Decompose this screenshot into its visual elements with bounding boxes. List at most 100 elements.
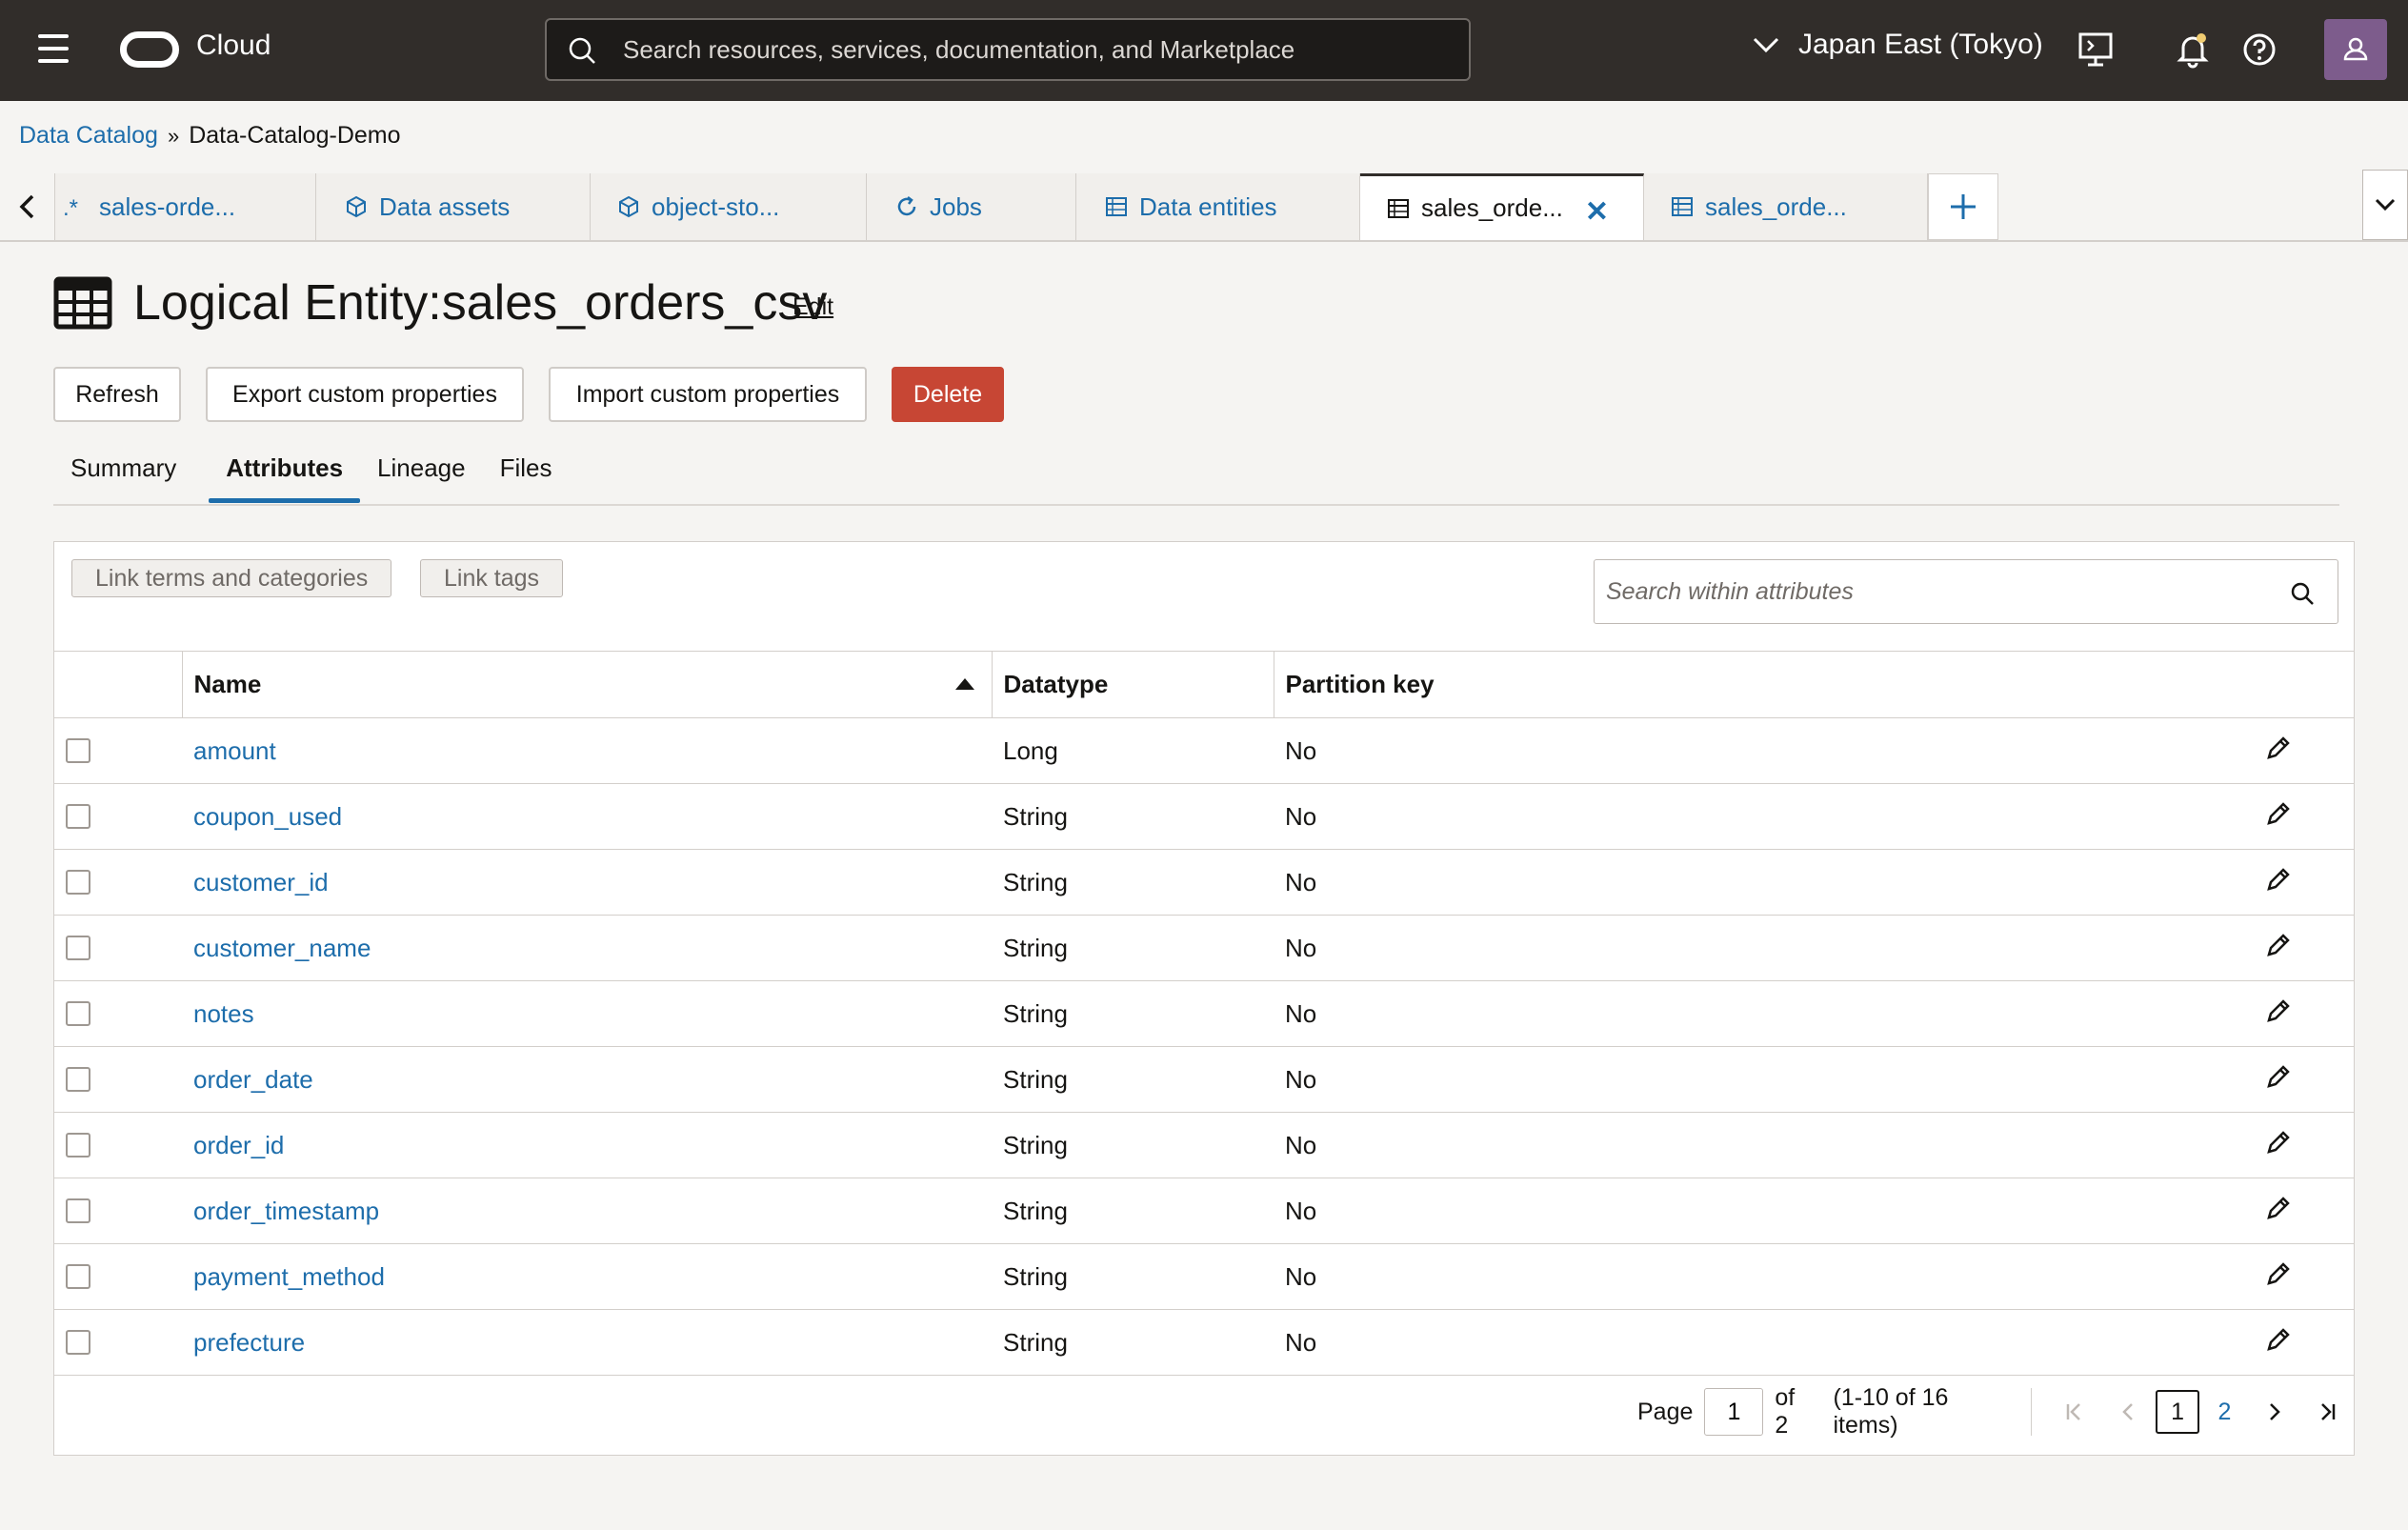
row-checkbox[interactable] [66, 1330, 90, 1355]
page-2-button[interactable]: 2 [2203, 1390, 2246, 1434]
oracle-logo[interactable] [120, 31, 179, 68]
table-row[interactable]: coupon_used String No [54, 783, 2354, 850]
delete-button[interactable]: Delete [892, 367, 1004, 422]
tab-lineage[interactable]: Lineage [360, 448, 483, 503]
edit-title-link[interactable]: Edit [793, 293, 833, 321]
link-tags-button[interactable]: Link tags [420, 559, 564, 597]
select-column-header [54, 651, 182, 718]
user-avatar[interactable] [2324, 19, 2387, 80]
tab-sales-orders-regex[interactable]: .* sales-orde... [55, 173, 316, 240]
table-row[interactable]: customer_id String No [54, 849, 2354, 916]
pencil-icon[interactable] [2264, 997, 2293, 1025]
attribute-name-link[interactable]: customer_id [193, 868, 329, 896]
tabs-scroll-left-button[interactable] [0, 173, 55, 240]
row-checkbox[interactable] [66, 1264, 90, 1289]
bell-icon[interactable] [2172, 29, 2214, 70]
column-header-partition-key[interactable]: Partition key [1273, 651, 2253, 718]
table-row[interactable]: notes String No [54, 980, 2354, 1047]
tab-jobs[interactable]: Jobs [867, 173, 1076, 240]
partition-key-cell: No [1274, 980, 2253, 1047]
attribute-name-link[interactable]: payment_method [193, 1262, 385, 1291]
tab-sales-orders-2[interactable]: sales_orde... [1644, 173, 1928, 240]
tab-object-storage[interactable]: object-sto... [591, 173, 867, 240]
tabs-overflow-button[interactable] [2362, 170, 2408, 240]
row-checkbox[interactable] [66, 804, 90, 829]
row-checkbox[interactable] [66, 1198, 90, 1223]
table-row[interactable]: payment_method String No [54, 1243, 2354, 1310]
tab-data-entities[interactable]: Data entities [1076, 173, 1360, 240]
search-icon[interactable] [2290, 581, 2315, 606]
pencil-icon[interactable] [2264, 1259, 2293, 1288]
row-checkbox[interactable] [66, 738, 90, 763]
pencil-icon[interactable] [2264, 1194, 2293, 1222]
row-checkbox[interactable] [66, 1067, 90, 1092]
pencil-icon[interactable] [2264, 1062, 2293, 1091]
attribute-name-link[interactable]: coupon_used [193, 802, 342, 831]
partition-key-cell: No [1274, 1112, 2253, 1178]
attribute-name-link[interactable]: order_timestamp [193, 1197, 379, 1225]
export-custom-properties-button[interactable]: Export custom properties [206, 367, 524, 422]
pencil-icon[interactable] [2264, 865, 2293, 894]
table-row[interactable]: order_id String No [54, 1112, 2354, 1178]
row-actions-cell [2253, 1178, 2354, 1244]
attribute-name-link[interactable]: notes [193, 999, 254, 1028]
attribute-name-link[interactable]: order_date [193, 1065, 313, 1094]
breadcrumb-current: Data-Catalog-Demo [189, 122, 401, 149]
row-checkbox[interactable] [66, 936, 90, 960]
pagination: Page of 2 (1-10 of 16 items) 1 2 [1637, 1384, 2354, 1439]
attribute-name-link[interactable]: prefecture [193, 1328, 305, 1357]
table-row[interactable]: customer_name String No [54, 915, 2354, 981]
attribute-search[interactable] [1594, 559, 2338, 624]
tabs-divider [53, 504, 2339, 506]
column-header-datatype[interactable]: Datatype [991, 651, 1274, 718]
attribute-name-link[interactable]: customer_name [193, 934, 371, 962]
menu-icon[interactable] [38, 34, 76, 67]
partition-key-cell: No [1274, 783, 2253, 850]
pencil-icon[interactable] [2264, 1325, 2293, 1354]
row-actions-cell [2253, 1243, 2354, 1310]
tab-files[interactable]: Files [483, 448, 570, 503]
tab-summary[interactable]: Summary [53, 448, 193, 503]
region-selector[interactable]: Japan East (Tokyo) [1753, 29, 2043, 61]
tab-sales-orders-active[interactable]: sales_orde... ✕ [1360, 173, 1644, 240]
row-checkbox[interactable] [66, 1001, 90, 1026]
add-tab-button[interactable] [1928, 173, 1998, 240]
row-checkbox[interactable] [66, 870, 90, 895]
name-cell: prefecture [182, 1309, 992, 1376]
tab-attributes[interactable]: Attributes [209, 448, 360, 503]
partition-key-cell: No [1274, 849, 2253, 916]
first-page-button[interactable] [2057, 1388, 2094, 1436]
table-row[interactable]: amount Long No [54, 717, 2354, 784]
table-row[interactable]: order_date String No [54, 1046, 2354, 1113]
help-icon[interactable] [2238, 29, 2280, 70]
attribute-search-input[interactable] [1606, 560, 2273, 623]
global-search-input[interactable] [623, 20, 1442, 79]
pencil-icon[interactable] [2264, 799, 2293, 828]
column-header-name[interactable]: Name [181, 651, 992, 718]
table-header-row: Name Datatype Partition key [54, 651, 2354, 718]
page-number-input[interactable] [1704, 1388, 1764, 1436]
page-1-button[interactable]: 1 [2156, 1390, 2199, 1434]
pencil-icon[interactable] [2264, 931, 2293, 959]
tab-data-assets[interactable]: Data assets [316, 173, 591, 240]
next-page-button[interactable] [2256, 1388, 2293, 1436]
sort-ascending-icon[interactable] [954, 678, 974, 690]
breadcrumb-data-catalog[interactable]: Data Catalog [19, 122, 158, 150]
row-checkbox[interactable] [66, 1133, 90, 1158]
refresh-button[interactable]: Refresh [53, 367, 181, 422]
pencil-icon[interactable] [2264, 1128, 2293, 1157]
global-search[interactable] [545, 18, 1471, 81]
import-custom-properties-button[interactable]: Import custom properties [549, 367, 867, 422]
table-row[interactable]: order_timestamp String No [54, 1178, 2354, 1244]
cloud-shell-icon[interactable] [2075, 29, 2117, 70]
attributes-panel: Link terms and categories Link tags Name… [53, 541, 2355, 1456]
pencil-icon[interactable] [2264, 734, 2293, 762]
last-page-button[interactable] [2309, 1388, 2346, 1436]
attribute-name-link[interactable]: amount [193, 736, 276, 765]
previous-page-button[interactable] [2109, 1388, 2146, 1436]
attribute-name-link[interactable]: order_id [193, 1131, 284, 1159]
link-terms-button[interactable]: Link terms and categories [71, 559, 392, 597]
name-cell: amount [182, 717, 992, 784]
table-row[interactable]: prefecture String No [54, 1309, 2354, 1376]
close-icon[interactable]: ✕ [1585, 195, 1609, 229]
